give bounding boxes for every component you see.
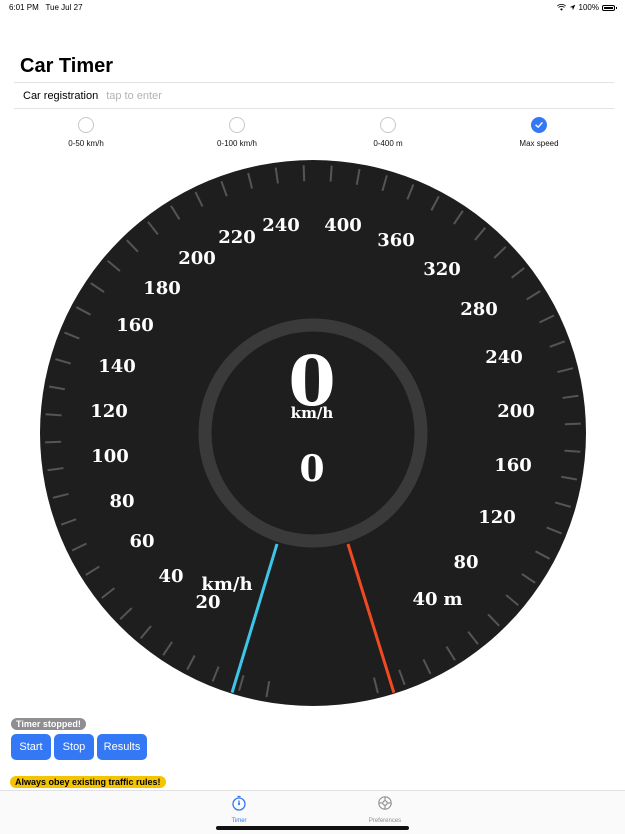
radio-circle-icon[interactable] bbox=[78, 117, 94, 133]
distance-readout: 0 bbox=[299, 448, 324, 490]
tab-label: Timer bbox=[231, 818, 247, 824]
left-scale-label: 180 bbox=[143, 278, 181, 299]
tab-label: Preferences bbox=[368, 818, 402, 824]
left-scale-label: 60 bbox=[129, 531, 154, 552]
radio-circle-icon[interactable] bbox=[229, 117, 245, 133]
left-scale-label: 120 bbox=[90, 401, 128, 422]
right-scale-label: 80 bbox=[453, 552, 478, 573]
gauge-tick bbox=[45, 413, 62, 417]
right-scale-label: 320 bbox=[423, 259, 461, 280]
left-scale-label: 100 bbox=[91, 446, 129, 467]
mode-label: 0-400 m bbox=[373, 139, 403, 148]
right-scale-label: 400 bbox=[324, 215, 362, 236]
location-arrow-icon bbox=[569, 4, 575, 11]
mode-label: Max speed bbox=[519, 139, 559, 148]
left-scale-label: 220 bbox=[218, 227, 256, 248]
tab-preferences[interactable]: Preferences bbox=[345, 795, 425, 824]
registration-divider bbox=[14, 108, 614, 109]
mode-option-0-100[interactable]: 0-100 km/h bbox=[182, 117, 292, 148]
registration-label: Car registration bbox=[23, 90, 99, 102]
right-scale-label: 40 bbox=[412, 589, 437, 610]
left-scale-label: 160 bbox=[116, 315, 154, 336]
gauge-face bbox=[40, 160, 586, 706]
right-scale-label: 240 bbox=[485, 347, 523, 368]
status-time: 6:01 PM Tue Jul 27 bbox=[9, 3, 83, 12]
results-button[interactable]: Results bbox=[97, 734, 147, 760]
stopwatch-icon bbox=[232, 795, 246, 811]
speed-unit: km/h bbox=[291, 404, 334, 422]
page-title: Car Timer bbox=[20, 55, 114, 77]
gauge-tick bbox=[329, 165, 333, 182]
status-indicators: 100% bbox=[556, 3, 617, 12]
gauge-tick bbox=[302, 165, 306, 182]
right-scale-label: 360 bbox=[377, 230, 415, 251]
right-scale-label: 120 bbox=[478, 507, 516, 528]
right-scale-label: 200 bbox=[497, 401, 535, 422]
mode-label: 0-50 km/h bbox=[68, 139, 104, 148]
traffic-warning-badge: Always obey existing traffic rules! bbox=[10, 776, 166, 788]
status-date: Tue Jul 27 bbox=[45, 3, 83, 12]
left-scale-label: 240 bbox=[262, 215, 300, 236]
left-scale-label: 20 bbox=[195, 592, 220, 613]
title-divider bbox=[14, 82, 614, 83]
status-bar: 6:01 PM Tue Jul 27 100% bbox=[0, 0, 625, 16]
battery-percent: 100% bbox=[578, 3, 599, 12]
registration-input[interactable] bbox=[106, 90, 407, 102]
checkmark-circle-icon[interactable] bbox=[531, 117, 547, 133]
stop-button[interactable]: Stop bbox=[54, 734, 94, 760]
gauge-tick bbox=[45, 440, 62, 444]
left-scale-label: 200 bbox=[178, 248, 216, 269]
gear-icon bbox=[378, 796, 392, 810]
status-clock: 6:01 PM bbox=[9, 3, 39, 12]
right-scale-label: 160 bbox=[494, 455, 532, 476]
left-scale-label: 140 bbox=[98, 356, 136, 377]
mode-option-0-400m[interactable]: 0-400 m bbox=[333, 117, 443, 148]
left-scale-label: 40 bbox=[158, 566, 183, 587]
radio-circle-icon[interactable] bbox=[380, 117, 396, 133]
gauge-tick bbox=[564, 422, 581, 426]
left-scale-label: 80 bbox=[109, 491, 134, 512]
start-button[interactable]: Start bbox=[11, 734, 51, 760]
battery-icon bbox=[602, 4, 617, 11]
gauge-tick bbox=[564, 449, 581, 453]
home-indicator bbox=[216, 826, 409, 830]
speedometer-gauge: 0 km/h 0 km/h m 20 40 60 80 100 120 140 … bbox=[40, 160, 586, 706]
mode-option-0-50[interactable]: 0-50 km/h bbox=[31, 117, 141, 148]
mode-option-max-speed[interactable]: Max speed bbox=[484, 117, 594, 148]
timer-status-badge: Timer stopped! bbox=[11, 718, 86, 730]
tab-timer[interactable]: Timer bbox=[199, 795, 279, 824]
wifi-icon bbox=[556, 4, 566, 11]
right-scale-label: 280 bbox=[460, 299, 498, 320]
registration-row: Car registration bbox=[23, 90, 407, 102]
mode-label: 0-100 km/h bbox=[216, 139, 258, 148]
right-scale-unit: m bbox=[443, 589, 462, 610]
